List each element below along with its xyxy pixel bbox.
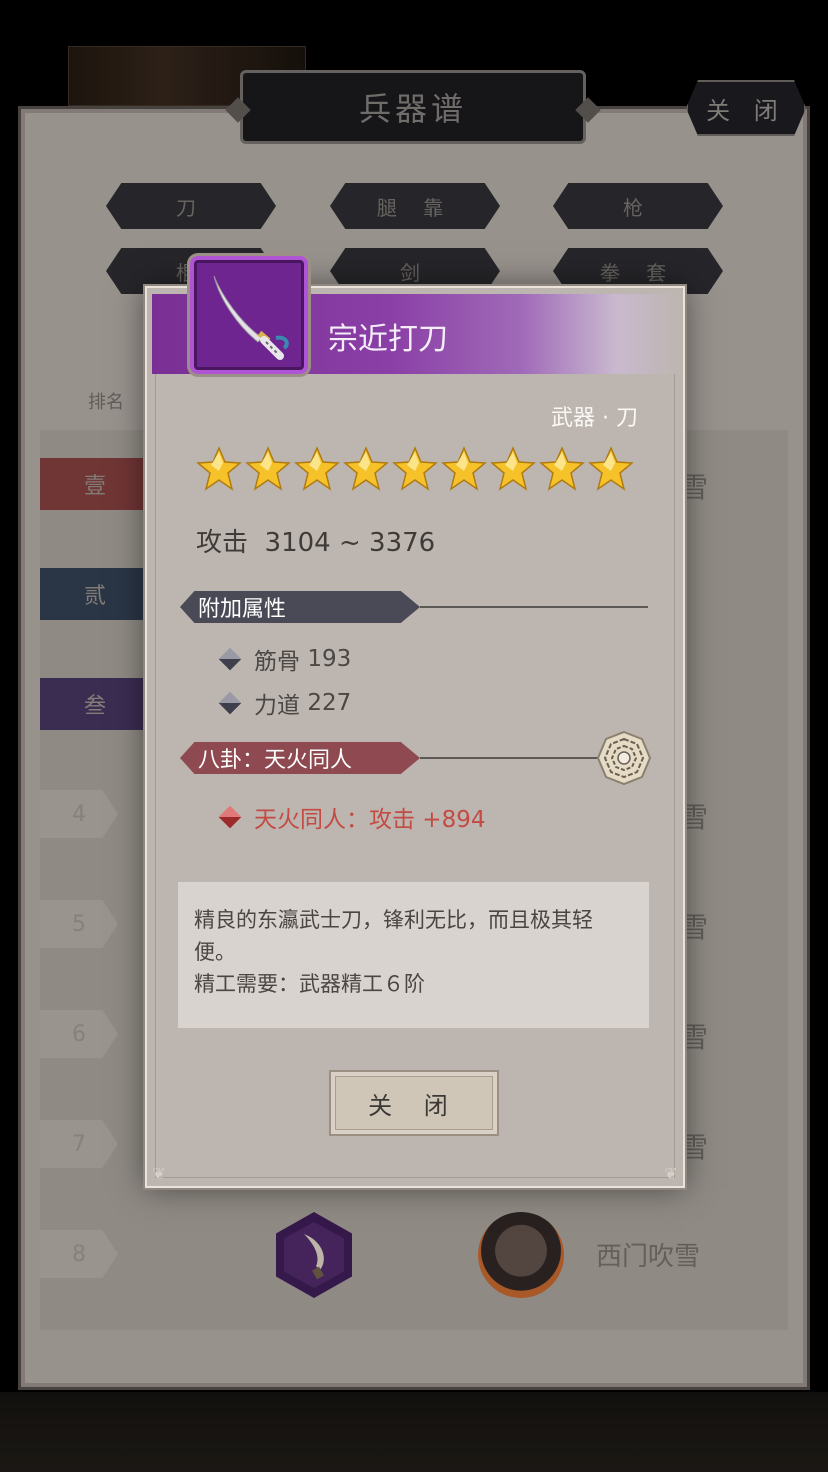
attack-value: 3104 ~ 3376	[264, 528, 436, 558]
attribute-name: 力道	[254, 693, 300, 719]
attribute-row: 力道 227	[218, 686, 352, 720]
star-icon	[392, 446, 438, 491]
gray-gem-icon	[218, 691, 242, 715]
refine-requirement: 精工需要：武器精工６阶	[194, 972, 425, 996]
corner-ornament-icon: ❦	[664, 1164, 678, 1183]
star-icon	[588, 446, 634, 491]
attack-label: 攻击	[196, 528, 249, 558]
section-divider	[420, 757, 598, 759]
item-icon-frame	[190, 256, 308, 374]
star-icon	[441, 446, 487, 491]
dialog-close-button[interactable]: 关 闭	[329, 1070, 499, 1136]
bagua-bonus-text: 天火同人：攻击 +894	[254, 807, 486, 833]
star-icon	[294, 446, 340, 491]
description-text: 精良的东瀛武士刀，锋利无比，而且极其轻便。	[194, 908, 593, 964]
red-gem-icon	[218, 805, 242, 829]
gray-gem-icon	[218, 647, 242, 671]
star-rating	[196, 446, 636, 494]
item-name: 宗近打刀	[328, 322, 448, 357]
star-icon	[539, 446, 585, 491]
star-icon	[196, 446, 242, 491]
star-icon	[490, 446, 536, 491]
bagua-icon[interactable]	[596, 730, 652, 786]
item-type: 武器 · 刀	[551, 406, 638, 431]
extra-attributes-header: 附加属性	[180, 591, 420, 623]
katana-icon	[213, 275, 289, 360]
attribute-row: 筋骨 193	[218, 642, 352, 676]
corner-ornament-icon: ❦	[152, 1164, 166, 1183]
attribute-value: 227	[307, 690, 352, 716]
attribute-name: 筋骨	[254, 649, 300, 675]
attack-stat: 攻击 3104 ~ 3376	[196, 522, 435, 559]
attribute-value: 193	[307, 646, 352, 672]
section-divider	[420, 606, 648, 608]
star-icon	[245, 446, 291, 491]
item-description: 精良的东瀛武士刀，锋利无比，而且极其轻便。 精工需要：武器精工６阶	[178, 882, 649, 1028]
bagua-header: 八卦：天火同人	[180, 742, 420, 774]
bagua-bonus-row: 天火同人：攻击 +894	[218, 800, 486, 834]
star-icon	[343, 446, 389, 491]
